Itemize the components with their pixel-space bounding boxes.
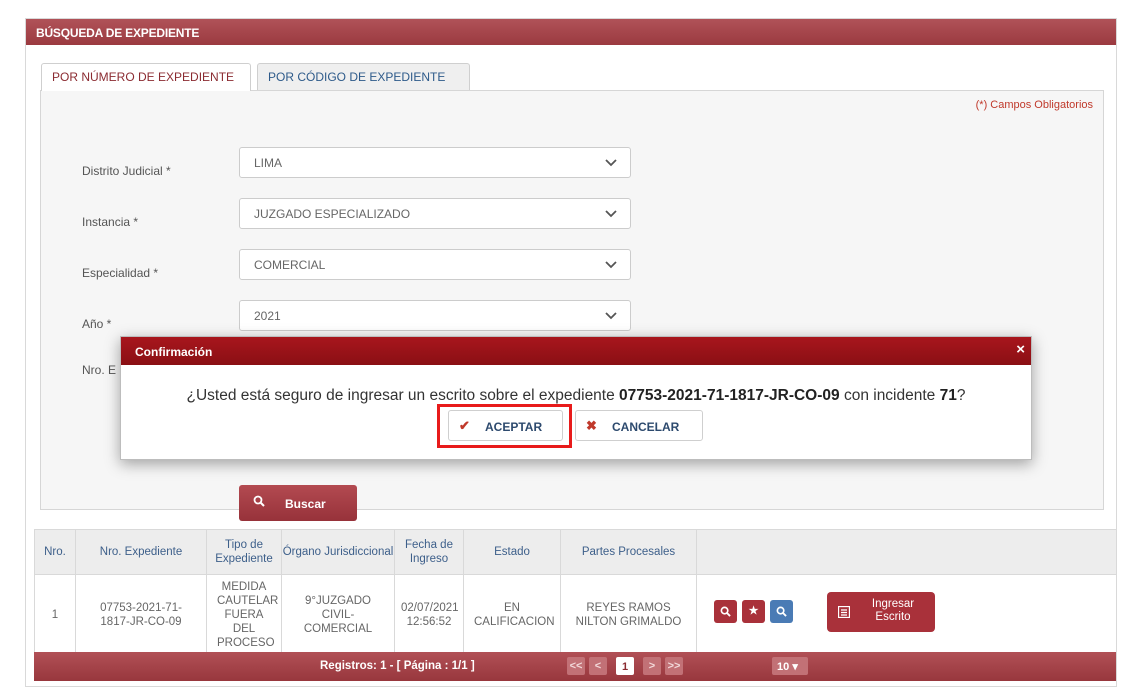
prev-page-button[interactable]: < <box>589 657 607 675</box>
chevron-down-icon <box>605 210 617 218</box>
cell-tipo: MEDIDA CAUTELAR FUERA DEL PROCESO <box>206 574 282 655</box>
registros-text: Registros: 1 - [ Página : 1/1 ] <box>320 660 475 672</box>
x-icon: ✖ <box>586 418 597 433</box>
star-icon[interactable]: ★ <box>742 600 765 623</box>
chevron-down-icon <box>605 261 617 269</box>
col-header-partes: Partes Procesales <box>560 529 697 575</box>
page-size-value: 10 <box>777 661 790 673</box>
distrito-label: Distrito Judicial * <box>82 164 171 178</box>
results-table: Nro. Nro. Expediente Tipo de Expediente … <box>34 529 1117 655</box>
col-header-fecha: Fecha de Ingreso <box>394 529 464 575</box>
last-page-button[interactable]: >> <box>665 657 683 675</box>
instancia-select[interactable]: JUZGADO ESPECIALIZADO <box>239 198 631 229</box>
dialog-title: Confirmación <box>135 345 213 359</box>
anio-select[interactable]: 2021 <box>239 300 631 331</box>
first-page-button[interactable]: << <box>567 657 585 675</box>
current-page-button[interactable]: 1 <box>616 657 634 675</box>
zoom-icon[interactable] <box>714 600 737 623</box>
col-header-actions <box>696 529 1117 575</box>
cell-organo: 9°JUZGADO CIVIL-COMERCIAL <box>281 574 395 655</box>
close-icon[interactable]: × <box>1016 341 1025 358</box>
col-header-organo: Órgano Jurisdiccional <box>281 529 395 575</box>
buscar-button[interactable]: Buscar <box>239 485 357 521</box>
cell-partes: REYES RAMOS NILTON GRIMALDO <box>560 574 697 655</box>
panel-title: BÚSQUEDA DE EXPEDIENTE <box>26 19 1116 45</box>
message-incidente: 71 <box>939 387 957 404</box>
message-suffix: ? <box>956 387 966 404</box>
cell-expediente: 07753-2021-71-1817-JR-CO-09 <box>75 574 207 655</box>
distrito-select[interactable]: LIMA <box>239 147 631 178</box>
document-icon <box>838 606 850 618</box>
chevron-down-icon: ▾ <box>792 661 798 673</box>
especialidad-select[interactable]: COMERCIAL <box>239 249 631 280</box>
table-row: 1 07753-2021-71-1817-JR-CO-09 MEDIDA CAU… <box>34 574 1117 655</box>
highlight-box <box>437 404 572 448</box>
ingresar-escrito-button[interactable]: Ingresar Escrito <box>827 592 935 632</box>
chevron-down-icon <box>605 159 617 167</box>
page-size-select[interactable]: 10 ▾ <box>772 657 808 675</box>
col-header-estado: Estado <box>463 529 561 575</box>
anio-value: 2021 <box>254 309 281 323</box>
instancia-label: Instancia * <box>82 215 139 229</box>
especialidad-value: COMERCIAL <box>254 258 326 272</box>
nro-expediente-label: Nro. E <box>82 363 117 377</box>
table-header-row: Nro. Nro. Expediente Tipo de Expediente … <box>34 529 1117 575</box>
tab-por-codigo[interactable]: POR CÓDIGO DE EXPEDIENTE <box>257 63 470 91</box>
message-expediente: 07753-2021-71-1817-JR-CO-09 <box>619 387 840 404</box>
cell-nro: 1 <box>34 574 76 655</box>
message-prefix: ¿Usted está seguro de ingresar un escrit… <box>186 387 620 404</box>
cell-actions: ★ Ingresar Escrito <box>696 574 1117 655</box>
chevron-down-icon <box>605 312 617 320</box>
next-page-button[interactable]: > <box>643 657 661 675</box>
search-detail-icon[interactable] <box>770 600 793 623</box>
dialog-message: ¿Usted está seguro de ingresar un escrit… <box>121 387 1031 405</box>
buscar-label: Buscar <box>285 497 326 511</box>
anio-label: Año * <box>82 317 112 331</box>
required-fields-note: (*) Campos Obligatorios <box>975 99 1093 111</box>
cancelar-label: CANCELAR <box>612 420 680 434</box>
especialidad-label: Especialidad * <box>82 266 159 280</box>
cell-estado: EN CALIFICACION <box>463 574 561 655</box>
confirmation-dialog: Confirmación × ¿Usted está seguro de ing… <box>120 336 1032 460</box>
pagination-bar: Registros: 1 - [ Página : 1/1 ] << < 1 >… <box>34 652 1116 681</box>
message-middle: con incidente <box>839 387 940 404</box>
tab-por-numero[interactable]: POR NÚMERO DE EXPEDIENTE <box>41 63 251 91</box>
cell-fecha: 02/07/2021 12:56:52 <box>394 574 464 655</box>
search-icon <box>253 495 265 507</box>
instancia-value: JUZGADO ESPECIALIZADO <box>254 207 411 221</box>
col-header-expediente: Nro. Expediente <box>75 529 207 575</box>
col-header-nro: Nro. <box>34 529 76 575</box>
cancelar-button[interactable]: ✖ CANCELAR <box>575 410 703 441</box>
distrito-value: LIMA <box>254 156 283 170</box>
dialog-header: Confirmación × <box>121 337 1031 365</box>
ingresar-escrito-label: Ingresar Escrito <box>871 598 915 623</box>
col-header-tipo: Tipo de Expediente <box>206 529 282 575</box>
